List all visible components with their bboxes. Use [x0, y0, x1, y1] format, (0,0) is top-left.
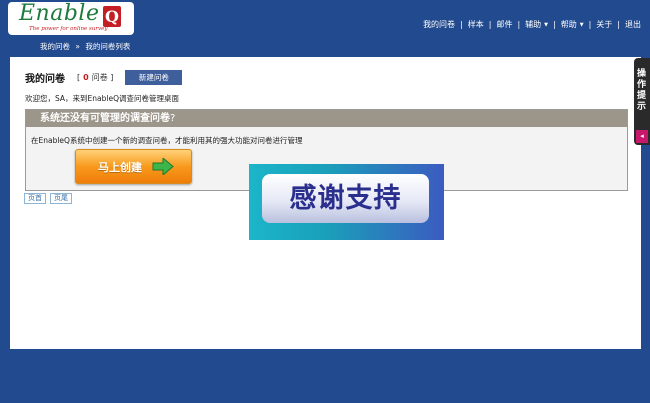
- arrow-right-icon: [152, 158, 174, 175]
- title-row: 我的问卷 [0 问卷 ] 新建问卷: [25, 70, 183, 85]
- nav-logout[interactable]: 退出: [620, 19, 646, 30]
- toggle-arrow-icon[interactable]: ◂: [636, 130, 648, 143]
- logo-tagline: The power for online survey: [29, 26, 108, 32]
- count-close-bracket: ]: [110, 73, 114, 82]
- chevron-down-icon: ▼: [544, 21, 549, 28]
- logo-q-mark: Q: [103, 6, 121, 27]
- welcome-message: 欢迎您，SA，来到EnableQ调查问卷管理桌面: [25, 94, 179, 103]
- create-now-label: 马上创建: [98, 161, 142, 174]
- page-title: 我的问卷: [25, 74, 65, 85]
- empty-state-title-mark: ?: [170, 113, 176, 124]
- pager: 页首 页尾: [24, 193, 72, 204]
- survey-count: [0 问卷 ]: [77, 72, 113, 83]
- operation-tips-label: 操作提示: [635, 68, 645, 112]
- survey-count-unit: 问卷: [91, 73, 108, 82]
- thanks-overlay-text: 感谢支持: [262, 174, 429, 223]
- empty-state-description: 在EnableQ系统中创建一个新的调查问卷，才能利用其的强大功能对问卷进行管理: [31, 136, 303, 145]
- nav-help-label: 帮助: [560, 20, 577, 29]
- empty-state-title: 系统还没有可管理的调查问卷?: [26, 110, 627, 127]
- count-open-bracket: [: [77, 73, 81, 82]
- new-survey-button[interactable]: 新建问卷: [125, 70, 183, 85]
- top-nav: 我的问卷 | 样本 | 邮件 | 辅助 ▼ | 帮助 ▼ | 关于 | 退出: [418, 19, 646, 30]
- breadcrumb: 我的问卷 » 我的问卷列表: [40, 41, 133, 52]
- breadcrumb-current: 我的问卷列表: [85, 42, 131, 51]
- nav-assist[interactable]: 辅助 ▼: [520, 19, 553, 30]
- thanks-overlay-banner: 感谢支持: [249, 164, 444, 240]
- operation-tips-tab[interactable]: 操作提示 ◂: [634, 58, 650, 145]
- survey-count-value: 0: [83, 73, 89, 82]
- header: Enable Q The power for online survey 我的问…: [0, 0, 650, 36]
- nav-assist-label: 辅助: [525, 20, 542, 29]
- nav-mail[interactable]: 邮件: [491, 19, 517, 30]
- logo-text: Enable: [19, 1, 100, 26]
- pager-last-button[interactable]: 页尾: [50, 193, 72, 204]
- empty-state-title-text: 系统还没有可管理的调查问卷: [40, 113, 170, 124]
- breadcrumb-home[interactable]: 我的问卷: [40, 42, 70, 51]
- nav-help[interactable]: 帮助 ▼: [556, 19, 589, 30]
- chevron-down-icon: ▼: [579, 21, 584, 28]
- nav-my-surveys[interactable]: 我的问卷: [418, 19, 460, 30]
- nav-about[interactable]: 关于: [591, 19, 617, 30]
- nav-samples[interactable]: 样本: [463, 19, 489, 30]
- pager-first-button[interactable]: 页首: [24, 193, 46, 204]
- create-now-button[interactable]: 马上创建: [75, 149, 192, 184]
- breadcrumb-separator: »: [75, 42, 80, 51]
- logo[interactable]: Enable Q The power for online survey: [8, 1, 134, 35]
